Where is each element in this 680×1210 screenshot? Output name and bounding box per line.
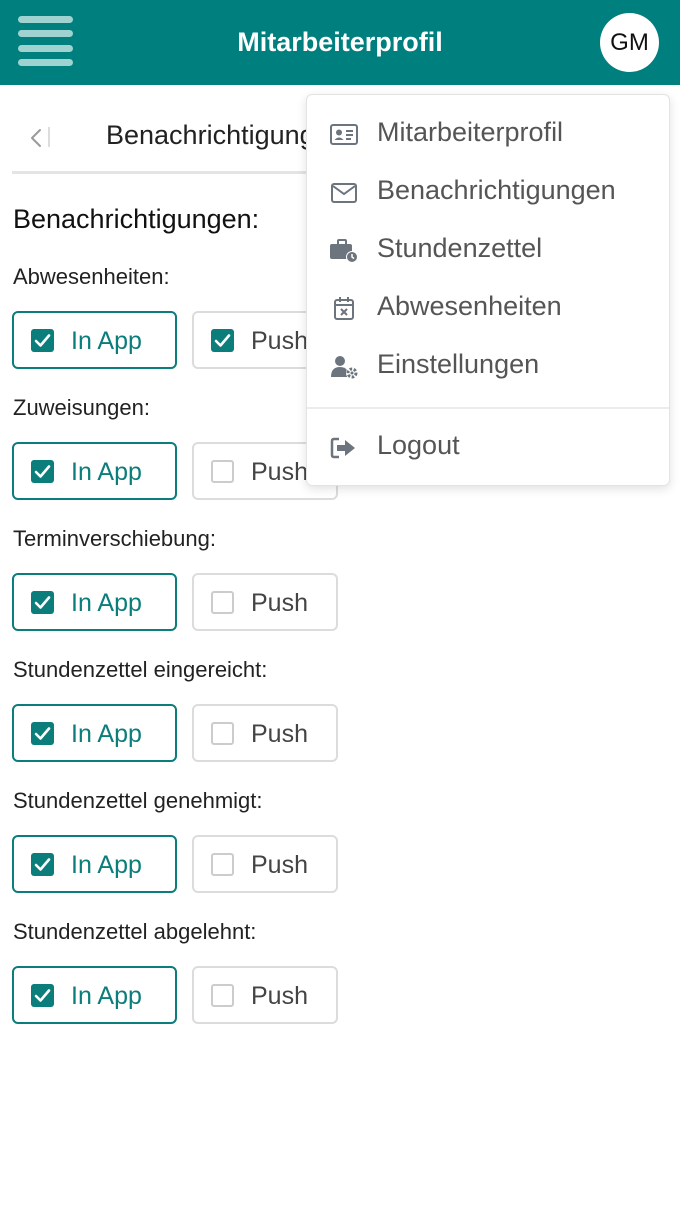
user-gear-icon: [329, 354, 359, 380]
checkbox-checked-icon: [211, 329, 234, 352]
breadcrumb-divider: [48, 127, 50, 147]
group-label: Stundenzettel genehmigt:: [13, 788, 263, 813]
menu-item-label: Logout: [377, 430, 460, 460]
in-app-label: In App: [71, 458, 142, 486]
push-label: Push: [251, 982, 308, 1010]
push-label: Push: [251, 589, 308, 617]
push-checkbox[interactable]: Push: [192, 966, 338, 1024]
menu-item-notifications[interactable]: Benachrichtigungen: [307, 164, 669, 222]
in-app-checkbox[interactable]: In App: [12, 966, 177, 1024]
group-label: Stundenzettel eingereicht:: [13, 657, 268, 682]
in-app-checkbox[interactable]: In App: [12, 704, 177, 762]
checkbox-checked-icon: [31, 722, 54, 745]
group-label: Stundenzettel abgelehnt:: [13, 919, 257, 944]
hamburger-menu-icon[interactable]: [18, 16, 73, 68]
user-avatar-button[interactable]: GM: [600, 13, 659, 72]
checkbox-checked-icon: [31, 853, 54, 876]
checkbox-unchecked-icon: [211, 853, 234, 876]
checkbox-unchecked-icon: [211, 722, 234, 745]
menu-item-label: Benachrichtigungen: [377, 175, 616, 205]
checkbox-unchecked-icon: [211, 984, 234, 1007]
breadcrumb: Benachrichtigungen: [12, 100, 345, 174]
group-label: Zuweisungen:: [13, 395, 150, 420]
push-checkbox[interactable]: Push: [192, 704, 338, 762]
menu-item-logout[interactable]: Logout: [307, 419, 669, 477]
checkbox-checked-icon: [31, 984, 54, 1007]
notifications-section-title: Benachrichtigungen:: [13, 204, 260, 234]
push-label: Push: [251, 720, 308, 748]
push-label: Push: [251, 458, 308, 486]
menu-item-label: Mitarbeiterprofil: [377, 117, 564, 147]
checkbox-checked-icon: [31, 591, 54, 614]
push-checkbox[interactable]: Push: [192, 835, 338, 893]
checkbox-checked-icon: [31, 460, 54, 483]
sign-out-icon: [329, 435, 359, 461]
menu-item-absences[interactable]: Abwesenheiten: [307, 280, 669, 338]
in-app-label: In App: [71, 589, 142, 617]
push-label: Push: [251, 327, 308, 355]
menu-item-settings[interactable]: Einstellungen: [307, 338, 669, 396]
in-app-checkbox[interactable]: In App: [12, 835, 177, 893]
in-app-label: In App: [71, 720, 142, 748]
user-dropdown-menu: Mitarbeiterprofil Benachrichtigungen Stu…: [306, 94, 670, 486]
group-label: Abwesenheiten:: [13, 264, 170, 289]
top-bar: Mitarbeiterprofil GM: [0, 0, 680, 85]
in-app-label: In App: [71, 851, 142, 879]
push-label: Push: [251, 851, 308, 879]
in-app-label: In App: [71, 982, 142, 1010]
in-app-checkbox[interactable]: In App: [12, 311, 177, 369]
checkbox-unchecked-icon: [211, 460, 234, 483]
menu-item-timesheets[interactable]: Stundenzettel: [307, 222, 669, 280]
in-app-checkbox[interactable]: In App: [12, 573, 177, 631]
calendar-x-icon: [329, 296, 359, 322]
id-card-icon: [329, 122, 359, 148]
briefcase-clock-icon: [329, 238, 359, 264]
menu-item-employee-profile[interactable]: Mitarbeiterprofil: [307, 106, 669, 164]
in-app-checkbox[interactable]: In App: [12, 442, 177, 500]
envelope-icon: [329, 180, 359, 206]
checkbox-unchecked-icon: [211, 591, 234, 614]
group-label: Terminverschiebung:: [13, 526, 216, 551]
menu-item-label: Einstellungen: [377, 349, 540, 379]
in-app-label: In App: [71, 327, 142, 355]
menu-item-label: Abwesenheiten: [377, 291, 562, 321]
chevron-left-icon[interactable]: [22, 126, 50, 150]
menu-item-label: Stundenzettel: [377, 233, 543, 263]
push-checkbox[interactable]: Push: [192, 573, 338, 631]
checkbox-checked-icon: [31, 329, 54, 352]
menu-divider: [307, 407, 669, 409]
page-title: Mitarbeiterprofil: [237, 27, 443, 57]
